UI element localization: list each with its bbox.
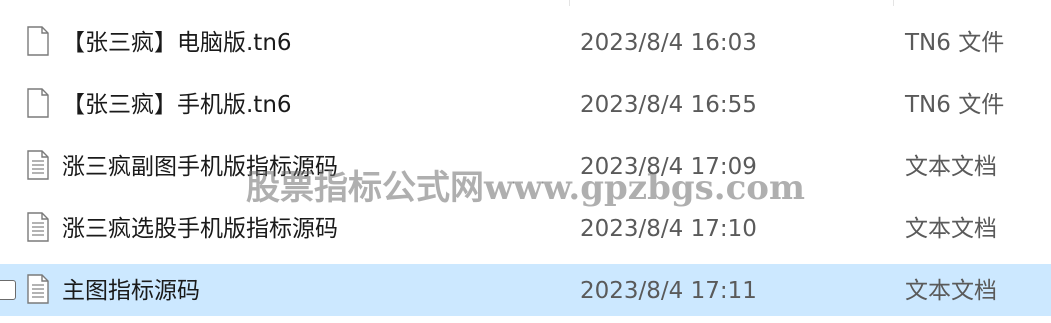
file-name: 涨三疯副图手机版指标源码 [62,154,338,180]
file-type: 文本文档 [905,278,997,304]
row-checkbox[interactable] [0,280,16,300]
file-name: 主图指标源码 [62,278,200,304]
file-list: 【张三疯】电脑版.tn6 2023/8/4 16:03 TN6 文件 【张三疯】… [0,0,1051,323]
blank-file-icon [27,88,49,118]
file-name: 【张三疯】手机版.tn6 [62,92,292,118]
column-divider-date[interactable] [569,0,570,6]
file-date-modified: 2023/8/4 17:09 [580,154,757,180]
blank-file-icon [27,26,49,56]
file-date-modified: 2023/8/4 17:11 [580,278,757,304]
text-file-icon [27,212,49,242]
file-row[interactable]: 涨三疯副图手机版指标源码 2023/8/4 17:09 文本文档 [0,140,1051,192]
file-row[interactable]: 【张三疯】手机版.tn6 2023/8/4 16:55 TN6 文件 [0,78,1051,130]
file-date-modified: 2023/8/4 16:03 [580,30,757,56]
file-name: 涨三疯选股手机版指标源码 [62,216,338,242]
file-date-modified: 2023/8/4 17:10 [580,216,757,242]
text-file-icon [27,150,49,180]
file-type: TN6 文件 [905,92,1005,118]
file-type: TN6 文件 [905,30,1005,56]
file-name: 【张三疯】电脑版.tn6 [62,30,292,56]
file-type: 文本文档 [905,216,997,242]
file-row-selected[interactable]: 主图指标源码 2023/8/4 17:11 文本文档 [0,264,1051,316]
file-date-modified: 2023/8/4 16:55 [580,92,757,118]
file-row[interactable]: 涨三疯选股手机版指标源码 2023/8/4 17:10 文本文档 [0,202,1051,254]
file-type: 文本文档 [905,154,997,180]
file-row[interactable]: 【张三疯】电脑版.tn6 2023/8/4 16:03 TN6 文件 [0,16,1051,68]
text-file-icon [27,274,49,304]
column-divider-type[interactable] [893,0,894,6]
